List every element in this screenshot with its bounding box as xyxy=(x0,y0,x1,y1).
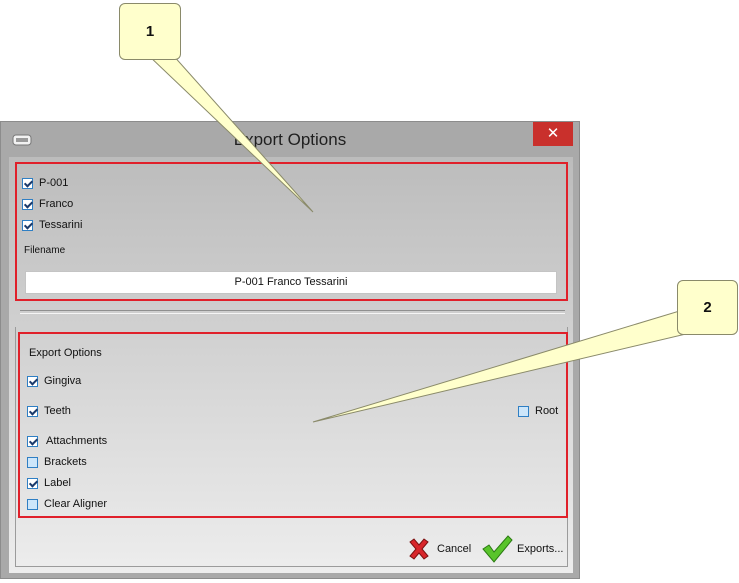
callout-2-number: 2 xyxy=(703,299,712,316)
callout-pointers xyxy=(145,53,687,423)
callout-2: 2 xyxy=(677,280,738,335)
callout-1-number: 1 xyxy=(145,23,155,40)
callout-1: 1 xyxy=(119,3,181,60)
callout-1-pointer xyxy=(145,53,314,213)
callout-2-pointer xyxy=(312,308,687,423)
